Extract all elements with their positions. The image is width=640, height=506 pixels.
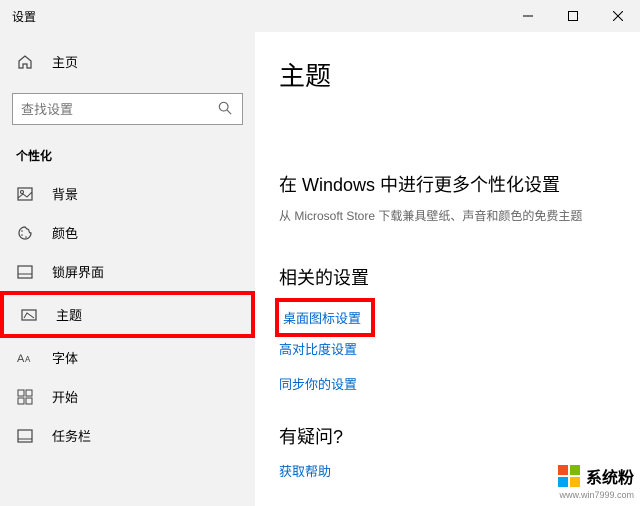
palette-icon — [16, 224, 34, 242]
theme-icon — [20, 306, 38, 324]
taskbar-icon — [16, 427, 34, 445]
sidebar-item-label: 主题 — [56, 305, 82, 324]
sidebar-item-label: 颜色 — [52, 223, 78, 242]
search-input[interactable] — [21, 102, 218, 117]
start-icon — [16, 388, 34, 406]
store-section-title: 在 Windows 中进行更多个性化设置 — [279, 171, 640, 197]
lockscreen-icon — [16, 263, 34, 281]
link-desktop-icons[interactable]: 桌面图标设置 — [283, 308, 361, 327]
sidebar: 主页 个性化 背景 颜色 — [0, 32, 255, 506]
sidebar-item-background[interactable]: 背景 — [0, 174, 255, 213]
ms-logo-icon — [558, 465, 580, 487]
maximize-button[interactable] — [550, 0, 595, 32]
sidebar-item-start[interactable]: 开始 — [0, 377, 255, 416]
close-button[interactable] — [595, 0, 640, 32]
sidebar-item-label: 开始 — [52, 387, 78, 406]
store-section-desc: 从 Microsoft Store 下载兼具壁纸、声音和颜色的免费主题 — [279, 207, 640, 224]
question-section-title: 有疑问? — [279, 423, 640, 449]
highlight-theme: 主题 — [0, 291, 255, 338]
sidebar-item-label: 任务栏 — [52, 426, 91, 445]
search-box[interactable] — [12, 93, 243, 125]
sidebar-item-colors[interactable]: 颜色 — [0, 213, 255, 252]
font-icon: AA — [16, 349, 34, 367]
home-nav[interactable]: 主页 — [0, 44, 255, 79]
svg-text:A: A — [25, 355, 31, 364]
search-icon — [218, 101, 234, 117]
related-section-title: 相关的设置 — [279, 264, 640, 290]
sidebar-item-fonts[interactable]: AA 字体 — [0, 338, 255, 377]
minimize-button[interactable] — [505, 0, 550, 32]
watermark: 系统粉 www.win7999.com — [558, 464, 634, 500]
highlight-desktop-icons: 桌面图标设置 — [275, 298, 375, 337]
watermark-text: 系统粉 — [586, 464, 634, 488]
titlebar: 设置 — [0, 0, 640, 32]
sidebar-item-lockscreen[interactable]: 锁屏界面 — [0, 252, 255, 291]
window-controls — [505, 0, 640, 32]
sidebar-item-themes[interactable]: 主题 — [4, 295, 251, 334]
watermark-url: www.win7999.com — [558, 490, 634, 500]
link-sync[interactable]: 同步你的设置 — [279, 374, 640, 393]
sidebar-item-taskbar[interactable]: 任务栏 — [0, 416, 255, 455]
main-panel: 主题 在 Windows 中进行更多个性化设置 从 Microsoft Stor… — [255, 32, 640, 506]
sidebar-item-label: 背景 — [52, 184, 78, 203]
sidebar-item-label: 字体 — [52, 348, 78, 367]
page-title: 主题 — [279, 56, 640, 93]
home-label: 主页 — [52, 52, 78, 71]
sidebar-item-label: 锁屏界面 — [52, 262, 104, 281]
picture-icon — [16, 185, 34, 203]
category-header: 个性化 — [0, 141, 255, 174]
svg-text:A: A — [17, 353, 25, 365]
link-high-contrast[interactable]: 高对比度设置 — [279, 339, 640, 358]
window-title: 设置 — [12, 8, 36, 25]
home-icon — [16, 53, 34, 71]
